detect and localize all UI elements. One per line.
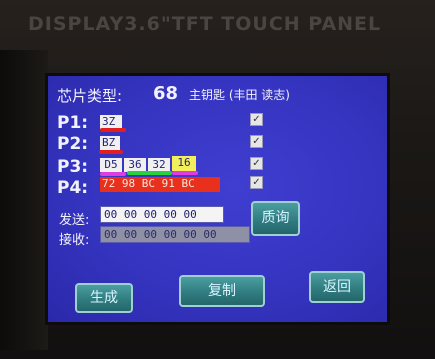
key-type-label: 主钥匙 (丰田 读志) [189, 88, 290, 102]
p1-label: P1: [57, 113, 89, 133]
checkmark-icon: ✓ [252, 114, 261, 125]
checkmark-icon: ✓ [252, 158, 261, 169]
back-button[interactable]: 返回 [309, 271, 365, 303]
p3-magenta-underline-2 [172, 171, 198, 175]
p3-green-underline [127, 171, 172, 175]
tft-screen: 芯片类型: 68 主钥匙 (丰田 读志) P1: 3Z ✓ P2: BZ ✓ P… [45, 73, 390, 325]
p3-checkbox[interactable]: ✓ [250, 157, 263, 170]
receive-field: 00 00 00 00 00 00 [100, 226, 250, 243]
bezel-shadow [0, 50, 48, 350]
p3-cell-2[interactable]: 36 [124, 158, 146, 172]
p4-field[interactable]: 72 98 BC 91 BC [100, 177, 220, 192]
receive-label: 接收: [59, 233, 90, 248]
p1-field[interactable]: 3Z [100, 115, 122, 129]
chip-type-label: 芯片类型: [57, 87, 123, 105]
p1-checkbox[interactable]: ✓ [250, 113, 263, 126]
send-label: 发送: [59, 213, 90, 228]
device-model-label: DISPLAY3.6"TFT TOUCH PANEL [28, 13, 382, 35]
send-field[interactable]: 00 00 00 00 00 [100, 206, 224, 223]
p3-magenta-underline [100, 172, 126, 176]
generate-button[interactable]: 生成 [75, 283, 133, 313]
p3-cell-1[interactable]: D5 [100, 158, 122, 172]
p1-red-underline [100, 128, 126, 132]
p3-label: P3: [57, 157, 89, 177]
query-button[interactable]: 质询 [251, 201, 300, 236]
p2-label: P2: [57, 134, 89, 154]
p2-checkbox[interactable]: ✓ [250, 135, 263, 148]
p4-label: P4: [57, 178, 89, 198]
p2-field[interactable]: BZ [100, 136, 120, 150]
copy-button[interactable]: 复制 [179, 275, 265, 307]
p3-cell-4[interactable]: 16 [172, 156, 196, 171]
p4-checkbox[interactable]: ✓ [250, 176, 263, 189]
p2-red-underline [99, 150, 123, 154]
checkmark-icon: ✓ [252, 177, 261, 188]
checkmark-icon: ✓ [252, 136, 261, 147]
chip-type-value: 68 [153, 83, 179, 104]
p3-cell-3[interactable]: 32 [148, 158, 170, 172]
